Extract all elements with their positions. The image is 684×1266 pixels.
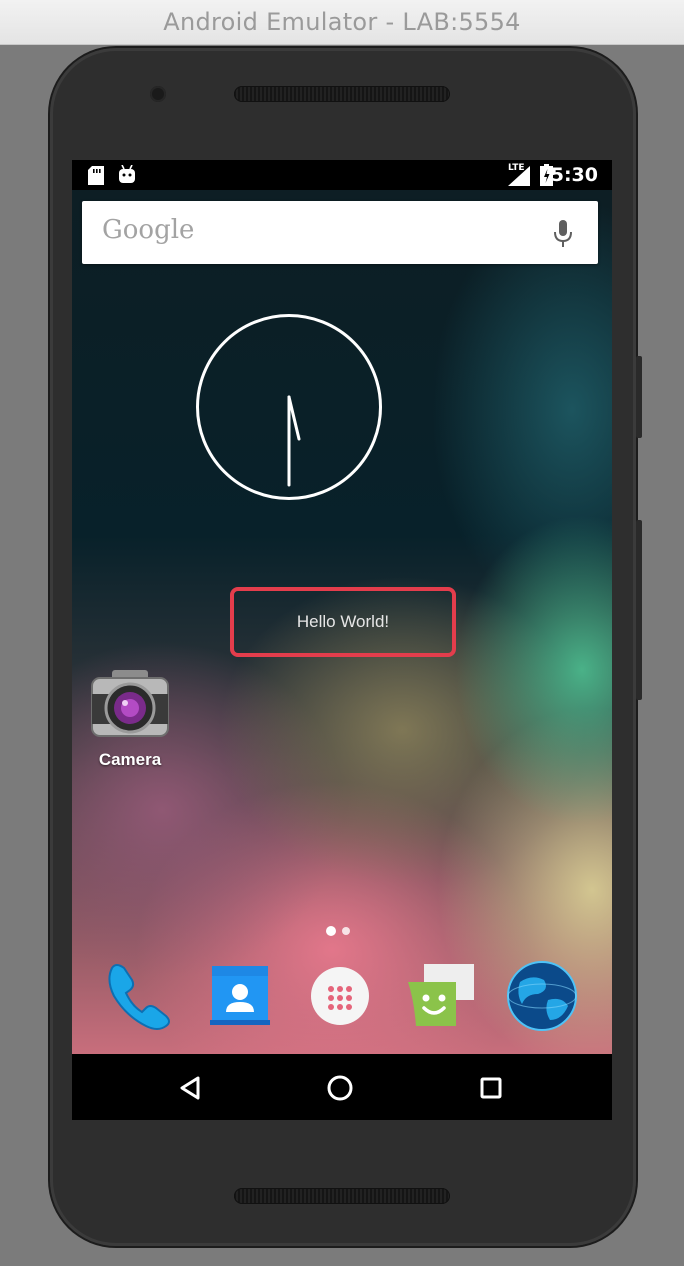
contacts-icon (210, 966, 270, 1025)
dock-contacts[interactable] (204, 960, 276, 1032)
mic-icon[interactable] (552, 219, 574, 249)
signal-icon (508, 166, 530, 186)
hello-world-text: Hello World! (296, 612, 390, 631)
camera-app-label: Camera (98, 750, 162, 769)
window-title-bar: Android Emulator - LAB:5554 (0, 0, 684, 45)
google-search-bar[interactable]: Google (82, 201, 598, 264)
front-camera (150, 86, 166, 102)
power-button[interactable] (636, 356, 642, 438)
google-logo: Google (102, 215, 195, 245)
recents-icon[interactable] (471, 1068, 511, 1108)
page-dot-current (326, 926, 336, 936)
hello-world-widget[interactable]: Hello World! (230, 587, 456, 657)
camera-app-shortcut[interactable]: Camera (88, 668, 172, 770)
globe-icon (507, 961, 577, 1031)
analog-clock-widget[interactable] (196, 314, 382, 500)
clock-hands (287, 395, 301, 487)
top-speaker-grille (234, 86, 450, 102)
dock-browser[interactable] (506, 960, 578, 1032)
messaging-icon (408, 964, 474, 1026)
sd-card-icon (88, 166, 104, 185)
back-icon[interactable] (170, 1068, 210, 1108)
dock-messaging[interactable] (404, 960, 476, 1032)
status-bar: LTE 5:30 (72, 160, 612, 190)
dock-phone[interactable] (102, 960, 174, 1032)
android-debug-icon (119, 165, 135, 183)
all-apps-icon (311, 967, 369, 1025)
window-title: Android Emulator - LAB:5554 (163, 8, 521, 36)
dock-app-drawer[interactable] (304, 960, 376, 1032)
bottom-speaker-grille (234, 1188, 450, 1204)
page-dot (342, 927, 350, 935)
camera-icon (91, 670, 169, 737)
navigation-bar (72, 1054, 612, 1120)
status-time: 5:30 (550, 164, 598, 186)
volume-rocker[interactable] (636, 520, 642, 700)
home-icon[interactable] (320, 1068, 360, 1108)
phone-icon (108, 964, 170, 1030)
device-screen: LTE 5:30 Google Hello World! Camera (72, 160, 612, 1120)
